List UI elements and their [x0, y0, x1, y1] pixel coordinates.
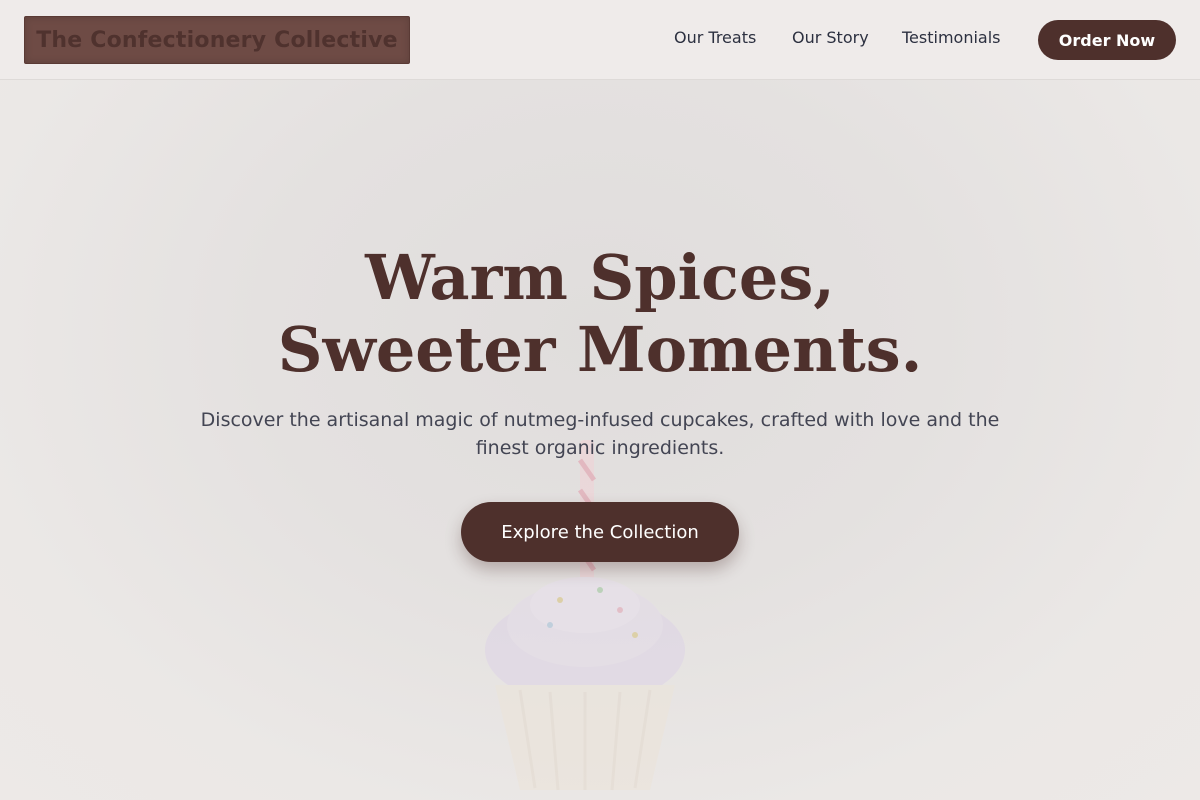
nav-testimonials[interactable]: Testimonials: [902, 28, 1001, 47]
nav-our-story[interactable]: Our Story: [792, 28, 869, 47]
hero-subtitle: Discover the artisanal magic of nutmeg-i…: [200, 409, 1000, 459]
order-now-button[interactable]: Order Now: [1038, 20, 1176, 60]
hero-title: Warm Spices, Sweeter Moments.: [0, 242, 1200, 386]
hero-title-line-2: Sweeter Moments.: [277, 313, 923, 386]
brand-name: The Confectionery Collective: [36, 27, 398, 53]
cupcake-image: [485, 440, 685, 791]
explore-collection-button[interactable]: Explore the Collection: [461, 502, 739, 562]
nav-our-treats[interactable]: Our Treats: [674, 28, 756, 47]
hero-title-line-1: Warm Spices,: [365, 241, 835, 314]
hero-section: Warm Spices, Sweeter Moments. Discover t…: [0, 80, 1200, 800]
site-header: The Confectionery Collective Our Treats …: [0, 0, 1200, 80]
brand-logo[interactable]: The Confectionery Collective: [24, 16, 410, 64]
